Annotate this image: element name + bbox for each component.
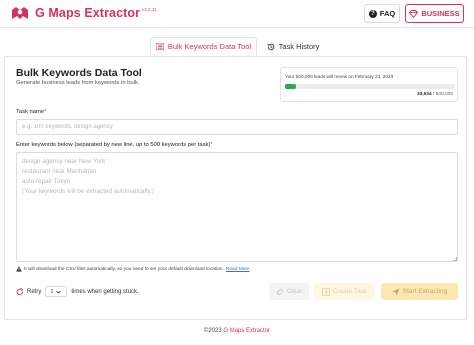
- usage-count: 33,534 / 500,000: [417, 92, 453, 97]
- retry-count-value: 1: [50, 288, 54, 295]
- start-extracting-button[interactable]: Start Extracting: [381, 283, 458, 300]
- list-icon: [155, 43, 164, 50]
- license-card: Your 500,000 leads will renew on Februar…: [280, 67, 458, 102]
- app-version: v2.2.11: [142, 6, 157, 12]
- footer: ©2023 G Maps Extractor: [0, 328, 474, 334]
- read-more-link[interactable]: Read More: [226, 267, 250, 272]
- copyright: ©2023: [203, 328, 222, 334]
- retry-count-select[interactable]: 1: [45, 286, 68, 297]
- retry-suffix: times when getting stuck.: [71, 288, 139, 295]
- eraser-icon: [276, 288, 284, 295]
- keywords-label: Enter keywords below (separated by new l…: [16, 142, 213, 148]
- task-name-label: Task name*: [16, 109, 46, 115]
- tab-label: Bulk Keywords Data Tool: [167, 42, 252, 51]
- renew-text: Your 500,000 leads will renew on Februar…: [285, 74, 394, 79]
- retry-icon: [16, 287, 24, 295]
- usage-total: / 500,000: [432, 92, 453, 97]
- top-bar: G Maps Extractor v2.2.11 ? FAQ BUSINESS: [0, 0, 474, 28]
- add-task-icon: [321, 287, 330, 296]
- chevron-down-icon: [56, 290, 62, 294]
- history-icon: [266, 43, 274, 50]
- page-title: Bulk Keywords Data Tool: [16, 67, 142, 79]
- diamond-icon: [409, 9, 419, 18]
- usage-progress-bar: [285, 84, 455, 89]
- task-name-input[interactable]: [16, 119, 458, 135]
- download-note: It will download the CSV files automatic…: [16, 266, 250, 272]
- usage-used: 33,534: [416, 92, 432, 97]
- business-button[interactable]: BUSINESS: [405, 4, 464, 23]
- keywords-label-text: Enter keywords below (separated by new l…: [16, 142, 211, 148]
- retry-row: Retry 1 times when getting stuck.: [16, 286, 139, 297]
- business-label: BUSINESS: [421, 9, 460, 18]
- task-name-label-text: Task name: [16, 109, 45, 115]
- required-mark: *: [210, 142, 213, 148]
- tab-bulk-keywords[interactable]: Bulk Keywords Data Tool: [150, 37, 257, 56]
- create-task-button[interactable]: Create Task: [314, 283, 375, 300]
- usage-progress-fill: [285, 84, 297, 89]
- tab-label: Task History: [278, 42, 320, 51]
- footer-link[interactable]: G Maps Extractor: [223, 328, 270, 334]
- warning-icon: [16, 266, 22, 272]
- app-name: G Maps Extractor: [35, 6, 141, 20]
- create-task-label: Create Task: [332, 288, 368, 295]
- brand[interactable]: G Maps Extractor v2.2.11: [11, 5, 157, 21]
- resize-handle[interactable]: [453, 257, 457, 261]
- start-extracting-label: Start Extracting: [402, 288, 448, 295]
- faq-button[interactable]: ? FAQ: [364, 4, 400, 23]
- tab-task-history[interactable]: Task History: [262, 37, 324, 56]
- required-mark: *: [44, 109, 47, 115]
- logo-icon: [12, 7, 28, 19]
- retry-label: Retry: [27, 288, 42, 295]
- clear-button[interactable]: Clear: [269, 283, 309, 300]
- faq-label: FAQ: [379, 9, 396, 18]
- keywords-textarea[interactable]: [16, 152, 458, 262]
- send-icon: [392, 288, 400, 295]
- download-note-text: It will download the CSV files automatic…: [24, 266, 224, 272]
- question-icon: ?: [368, 9, 377, 18]
- page-subtitle: Generate business leads from keywords in…: [16, 80, 140, 86]
- clear-label: Clear: [286, 288, 303, 295]
